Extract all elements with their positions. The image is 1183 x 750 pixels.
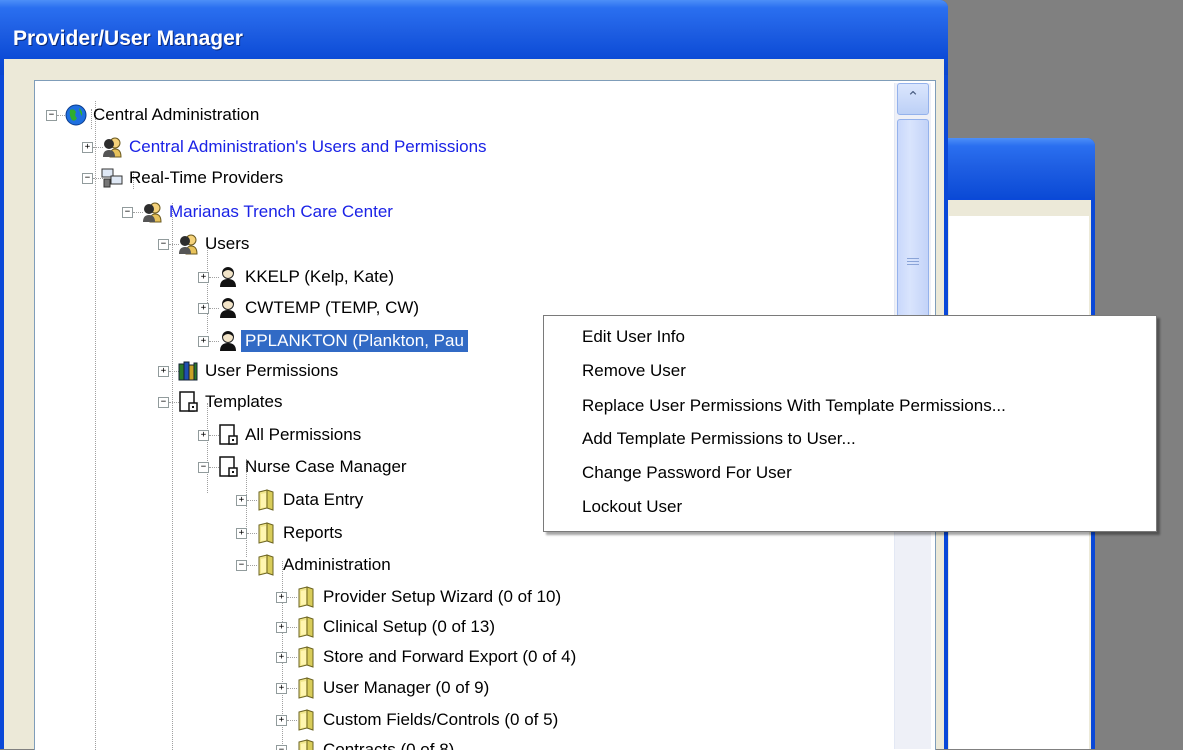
grip-icon bbox=[907, 258, 919, 267]
folder-icon bbox=[295, 739, 317, 750]
expand-toggle-icon[interactable]: + bbox=[82, 142, 93, 153]
tree-node-label[interactable]: Users bbox=[201, 233, 253, 255]
tree-line bbox=[207, 403, 208, 493]
document-icon bbox=[177, 391, 199, 413]
collapse-toggle-icon[interactable]: − bbox=[158, 239, 169, 250]
books-icon bbox=[177, 360, 199, 382]
collapse-toggle-icon[interactable]: − bbox=[158, 397, 169, 408]
folder-icon bbox=[295, 709, 317, 731]
menu-item-add-template-permissions[interactable]: Add Template Permissions to User... bbox=[582, 423, 856, 455]
tree-line bbox=[95, 101, 96, 750]
background-window-title-bar[interactable] bbox=[935, 138, 1095, 198]
folder-icon bbox=[255, 554, 277, 576]
expand-toggle-icon[interactable]: + bbox=[236, 528, 247, 539]
tree-node-label[interactable]: User Manager (0 of 9) bbox=[319, 677, 493, 699]
folder-icon bbox=[255, 489, 277, 511]
tree-node-label[interactable]: PPLANKTON (Plankton, Pau bbox=[241, 330, 468, 352]
tree-node-label[interactable]: All Permissions bbox=[241, 424, 365, 446]
menu-item-change-password[interactable]: Change Password For User bbox=[582, 457, 792, 489]
folder-icon bbox=[255, 522, 277, 544]
collapse-toggle-icon[interactable]: − bbox=[82, 173, 93, 184]
document-icon bbox=[217, 456, 239, 478]
expand-toggle-icon[interactable]: + bbox=[158, 366, 169, 377]
collapse-toggle-icon[interactable]: − bbox=[46, 110, 57, 121]
tree-node-label[interactable]: Central Administration's Users and Permi… bbox=[125, 136, 491, 158]
collapse-toggle-icon[interactable]: − bbox=[236, 560, 247, 571]
tree-node-label[interactable]: Marianas Trench Care Center bbox=[165, 201, 397, 223]
expand-toggle-icon[interactable]: + bbox=[276, 683, 287, 694]
scroll-up-button[interactable]: ⌃ bbox=[897, 83, 929, 115]
expand-toggle-icon[interactable]: + bbox=[276, 592, 287, 603]
document-icon bbox=[217, 424, 239, 446]
expand-toggle-icon[interactable]: + bbox=[198, 272, 209, 283]
menu-item-edit-user-info[interactable]: Edit User Info bbox=[582, 321, 685, 353]
tree-node-label[interactable]: Nurse Case Manager bbox=[241, 456, 411, 478]
tree-node-label[interactable]: Administration bbox=[279, 554, 395, 576]
menu-item-remove-user[interactable]: Remove User bbox=[582, 355, 686, 387]
tree-node-label[interactable]: Real-Time Providers bbox=[125, 167, 287, 189]
user-icon bbox=[217, 266, 239, 288]
expand-toggle-icon[interactable]: + bbox=[276, 652, 287, 663]
menu-item-replace-user-permissions[interactable]: Replace User Permissions With Template P… bbox=[582, 390, 1006, 422]
tree-node-label[interactable]: Clinical Setup (0 of 13) bbox=[319, 616, 499, 638]
tree-node-label[interactable]: CWTEMP (TEMP, CW) bbox=[241, 297, 423, 319]
tree-node-label[interactable]: Provider Setup Wizard (0 of 10) bbox=[319, 586, 565, 608]
tree-node-label[interactable]: User Permissions bbox=[201, 360, 342, 382]
menu-item-lockout-user[interactable]: Lockout User bbox=[582, 491, 682, 523]
folder-icon bbox=[295, 616, 317, 638]
tree-node-label[interactable]: Contracts (0 of 8) bbox=[319, 739, 458, 750]
tree-node-label[interactable]: Templates bbox=[201, 391, 286, 413]
users-group-icon bbox=[101, 136, 123, 158]
expand-toggle-icon[interactable]: + bbox=[236, 495, 247, 506]
expand-toggle-icon[interactable]: + bbox=[198, 336, 209, 347]
users-group-icon bbox=[141, 201, 163, 223]
collapse-toggle-icon[interactable]: − bbox=[122, 207, 133, 218]
collapse-toggle-icon[interactable]: − bbox=[276, 745, 287, 750]
expand-toggle-icon[interactable]: + bbox=[198, 430, 209, 441]
folder-icon bbox=[295, 677, 317, 699]
expand-toggle-icon[interactable]: + bbox=[276, 715, 287, 726]
tree-node-label[interactable]: Data Entry bbox=[279, 489, 367, 511]
expand-toggle-icon[interactable]: + bbox=[198, 303, 209, 314]
tree-node-label[interactable]: Store and Forward Export (0 of 4) bbox=[319, 646, 580, 668]
tree-node-label[interactable]: KKELP (Kelp, Kate) bbox=[241, 266, 398, 288]
computers-icon bbox=[101, 167, 123, 189]
window-title: Provider/User Manager bbox=[13, 27, 243, 50]
users-group-icon bbox=[177, 233, 199, 255]
tree-node-label[interactable]: Reports bbox=[279, 522, 347, 544]
tree-node-label[interactable]: Central Administration bbox=[89, 104, 263, 126]
tree-line bbox=[172, 203, 173, 750]
user-icon bbox=[217, 297, 239, 319]
tree-node-label[interactable]: Custom Fields/Controls (0 of 5) bbox=[319, 709, 562, 731]
expand-toggle-icon[interactable]: + bbox=[276, 622, 287, 633]
collapse-toggle-icon[interactable]: − bbox=[198, 462, 209, 473]
user-icon bbox=[217, 330, 239, 352]
chevron-up-icon: ⌃ bbox=[906, 89, 920, 106]
folder-icon bbox=[295, 586, 317, 608]
context-menu: Edit User Info Remove User Replace User … bbox=[543, 315, 1157, 532]
globe-icon bbox=[65, 104, 87, 126]
folder-icon bbox=[295, 646, 317, 668]
